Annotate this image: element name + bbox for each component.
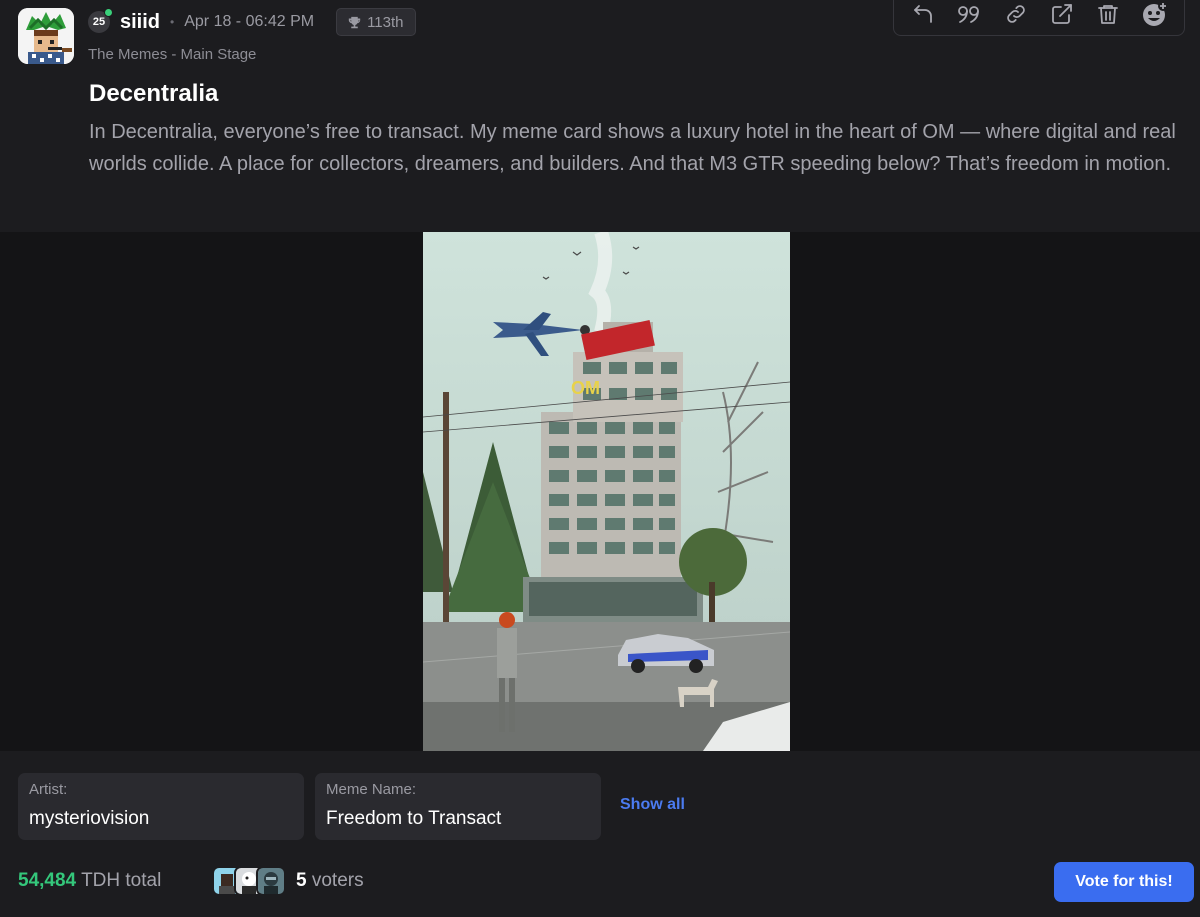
post-timestamp: Apr 18 - 06:42 PM — [184, 13, 315, 30]
post-title: Decentralia — [89, 80, 219, 107]
quote-button[interactable] — [951, 0, 987, 32]
meme-name-card: Meme Name: Freedom to Transact — [315, 773, 601, 840]
trophy-icon — [348, 16, 361, 28]
quote-icon — [958, 6, 980, 23]
add-reaction-button[interactable] — [1137, 0, 1173, 32]
media-container: OM — [0, 232, 1200, 751]
vote-button[interactable]: Vote for this! — [1054, 862, 1194, 902]
tdh-label: TDH total — [81, 870, 162, 891]
voters-count: 5 — [296, 870, 307, 891]
artist-value: mysteriovision — [29, 808, 150, 829]
voters-summary[interactable]: 5 voters — [212, 864, 364, 898]
separator-dot: • — [170, 15, 175, 29]
reply-button[interactable] — [905, 0, 941, 32]
rank-badge: 113th — [336, 8, 416, 36]
trash-icon — [1098, 5, 1119, 24]
level-value: 25 — [92, 16, 106, 28]
voters-label: voters — [311, 870, 364, 891]
tdh-value: 54,484 — [18, 870, 77, 891]
external-link-icon — [1052, 4, 1073, 24]
delete-button[interactable] — [1090, 0, 1126, 32]
voters-text: 5 voters — [296, 870, 364, 892]
meme-name-label: Meme Name: — [326, 781, 417, 798]
post-description: In Decentralia, everyone’s free to trans… — [89, 121, 1176, 175]
open-external-button[interactable] — [1044, 0, 1080, 32]
tdh-total: 54,484 TDH total — [18, 870, 161, 892]
reply-icon — [914, 5, 933, 23]
artist-label: Artist: — [29, 781, 68, 798]
rank-value: 113th — [367, 13, 404, 31]
show-all-link[interactable]: Show all — [620, 796, 685, 814]
artwork-sign-text: OM — [571, 378, 600, 398]
meme-name-value: Freedom to Transact — [326, 808, 502, 829]
author-meta: 25 siiid • Apr 18 - 06:42 PM 113th — [88, 8, 416, 36]
voter-avatar[interactable] — [256, 866, 286, 896]
wave-name[interactable]: The Memes - Main Stage — [88, 46, 256, 63]
copy-link-button[interactable] — [998, 0, 1034, 32]
meme-artwork-image[interactable]: OM — [423, 232, 790, 751]
level-badge: 25 — [88, 8, 113, 33]
artist-card: Artist: mysteriovision — [18, 773, 304, 840]
online-indicator — [104, 8, 113, 17]
author-avatar[interactable] — [18, 8, 74, 64]
post-actions-toolbar — [893, 0, 1185, 36]
emoji-add-icon — [1142, 1, 1168, 26]
link-icon — [1007, 5, 1025, 23]
drop-post: 25 siiid • Apr 18 - 06:42 PM 113th The M… — [0, 0, 1200, 917]
author-username[interactable]: siiid — [120, 11, 160, 34]
